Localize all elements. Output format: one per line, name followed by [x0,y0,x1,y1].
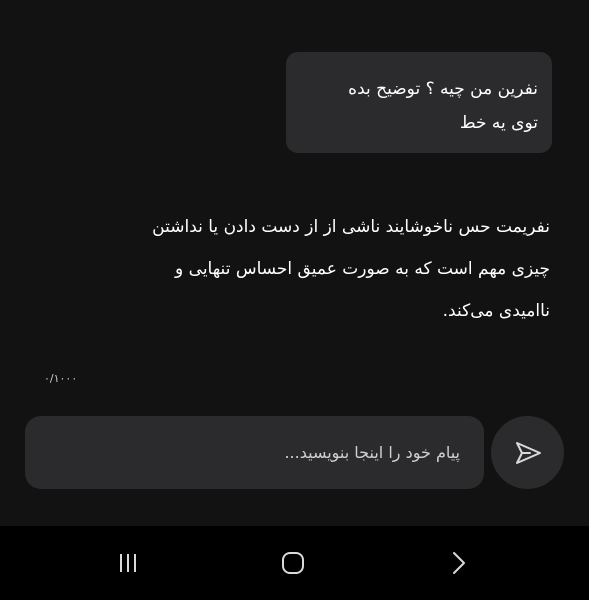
user-message-bubble: نفرین من چیه ؟ توضیح بده توی یه خط [286,52,552,153]
assistant-reply-line: ناامیدی می‌کند. [442,301,550,321]
assistant-reply-line: نفریمت حس ناخوشایند ناشی از از دست دادن … [152,217,550,237]
assistant-reply: نفریمت حس ناخوشایند ناشی از از دست دادن … [40,206,550,332]
user-message-line: توی یه خط [459,113,538,133]
send-icon [515,441,541,464]
message-input[interactable] [25,416,484,489]
chat-screen: نفرین من چیه ؟ توضیح بده توی یه خط نفریم… [0,0,589,526]
recents-icon [120,554,136,572]
user-message-line: نفرین من چیه ؟ توضیح بده [348,79,538,99]
home-icon [282,552,304,574]
back-button[interactable] [438,546,478,580]
back-icon [453,552,465,574]
home-button[interactable] [273,546,313,580]
character-counter: ۰/۱۰۰۰ [44,372,78,385]
recents-button[interactable] [108,546,148,580]
message-input-box[interactable] [25,416,484,489]
assistant-reply-line: چیزی مهم است که به صورت عمیق احساس تنهای… [175,259,550,279]
send-button[interactable] [491,416,564,489]
system-navigation-bar [0,526,589,600]
